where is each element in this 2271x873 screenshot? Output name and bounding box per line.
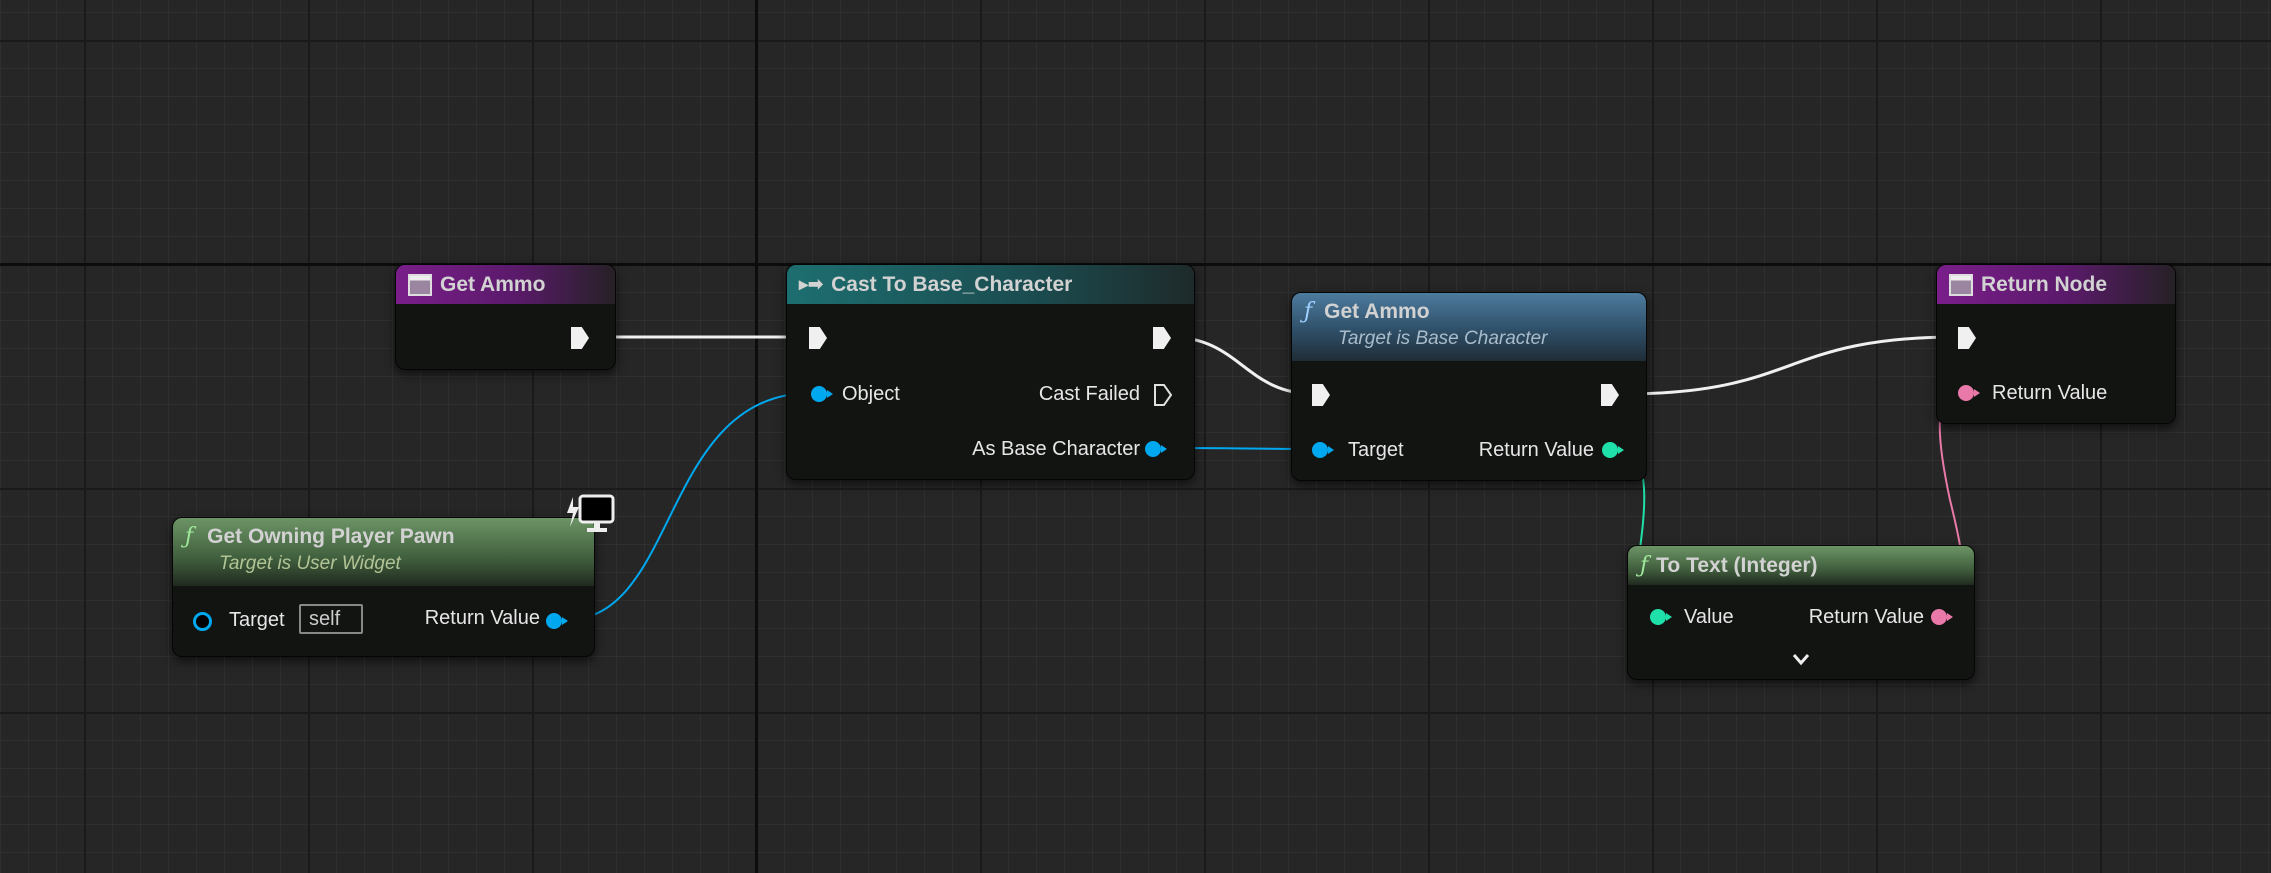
object-pin-label: Object bbox=[842, 383, 900, 405]
target-pin[interactable] bbox=[193, 612, 212, 631]
function-entry-icon bbox=[408, 273, 432, 296]
object-pin[interactable] bbox=[811, 386, 833, 402]
node-title: To Text (Integer) bbox=[1656, 553, 1818, 577]
node-subtitle: Target is User Widget bbox=[219, 553, 401, 574]
function-icon: ƒ bbox=[1640, 553, 1649, 578]
return-value-label: Return Value bbox=[1478, 439, 1594, 461]
to-text-integer-node[interactable]: ƒ To Text (Integer) Value Return Value bbox=[1627, 545, 1975, 680]
exec-out-pin[interactable] bbox=[1601, 384, 1619, 406]
target-pin-label: Target bbox=[229, 609, 285, 631]
node-header: ƒ To Text (Integer) bbox=[1628, 546, 1974, 585]
node-header: ƒ Get Owning Player Pawn Target is User W… bbox=[173, 518, 594, 586]
node-title: Return Node bbox=[1981, 272, 2107, 296]
node-title: Get Ammo bbox=[1324, 299, 1430, 323]
return-value-label: Return Value bbox=[1808, 606, 1924, 628]
node-title: Get Ammo bbox=[440, 272, 546, 296]
as-base-character-pin[interactable] bbox=[1145, 441, 1167, 457]
target-pin[interactable] bbox=[1312, 442, 1334, 458]
function-result-icon bbox=[1949, 273, 1973, 296]
client-only-monitor-icon bbox=[567, 494, 615, 532]
function-icon: ƒ bbox=[1304, 299, 1313, 324]
value-pin-label: Value bbox=[1684, 606, 1734, 628]
value-pin[interactable] bbox=[1650, 609, 1672, 625]
exec-in-pin[interactable] bbox=[1958, 327, 1976, 349]
return-value-pin[interactable] bbox=[1602, 442, 1624, 458]
exec-in-pin[interactable] bbox=[809, 327, 827, 349]
return-value-pin[interactable] bbox=[1931, 609, 1953, 625]
chevron-down-icon[interactable] bbox=[1791, 652, 1811, 666]
node-subtitle: Target is Base Character bbox=[1338, 328, 1548, 349]
cast-node[interactable]: ▸➡ Cast To Base_Character Object Cast Fai… bbox=[786, 264, 1195, 480]
get-ammo-node[interactable]: ƒ Get Ammo Target is Base Character Targe… bbox=[1291, 292, 1647, 481]
return-value-pin[interactable] bbox=[546, 613, 568, 629]
get-owning-player-pawn-node[interactable]: ƒ Get Owning Player Pawn Target is User W… bbox=[172, 517, 595, 657]
node-header: Get Ammo bbox=[396, 265, 615, 304]
return-value-label: Return Value bbox=[1992, 382, 2108, 404]
return-value-label: Return Value bbox=[424, 607, 540, 629]
exec-in-pin[interactable] bbox=[1312, 384, 1330, 406]
cast-icon: ▸➡ bbox=[799, 274, 824, 294]
node-title: Get Owning Player Pawn bbox=[207, 524, 455, 548]
cast-failed-label: Cast Failed bbox=[1038, 383, 1140, 405]
exec-out-pin[interactable] bbox=[571, 327, 589, 349]
node-header: Return Node bbox=[1937, 265, 2175, 304]
node-header: ƒ Get Ammo Target is Base Character bbox=[1292, 293, 1646, 361]
target-self-field[interactable]: self bbox=[299, 604, 363, 634]
exec-wire-getammo-to-return[interactable] bbox=[1621, 335, 1958, 396]
cast-failed-exec-pin[interactable] bbox=[1153, 383, 1173, 407]
target-pin-label: Target bbox=[1348, 439, 1404, 461]
node-header: ▸➡ Cast To Base_Character bbox=[787, 265, 1194, 304]
node-title: Cast To Base_Character bbox=[831, 272, 1073, 296]
return-value-pin[interactable] bbox=[1958, 385, 1980, 401]
as-base-character-label: As Base Character bbox=[972, 438, 1140, 460]
exec-out-pin[interactable] bbox=[1153, 327, 1171, 349]
return-node[interactable]: Return Node Return Value bbox=[1936, 264, 2176, 424]
function-entry-node[interactable]: Get Ammo bbox=[395, 264, 616, 370]
function-icon: ƒ bbox=[185, 524, 194, 549]
